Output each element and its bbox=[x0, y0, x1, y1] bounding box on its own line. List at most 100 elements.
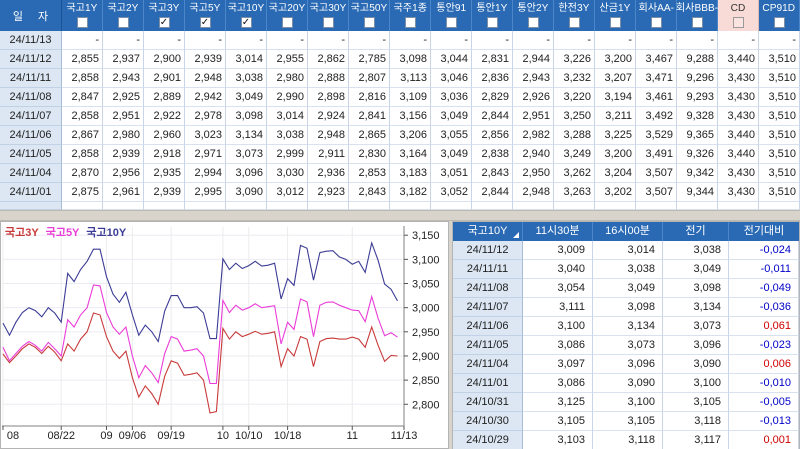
value-cell[interactable]: 2,990 bbox=[267, 88, 308, 107]
intraday-value-cell[interactable]: 3,090 bbox=[663, 355, 729, 374]
intraday-value-cell[interactable]: 3,098 bbox=[593, 298, 663, 317]
value-cell[interactable]: - bbox=[390, 31, 431, 50]
date-cell[interactable]: 24/11/04 bbox=[0, 164, 62, 183]
intraday-change-cell[interactable]: -0,013 bbox=[729, 412, 799, 431]
intraday-value-cell[interactable]: 3,086 bbox=[523, 336, 593, 355]
value-cell[interactable]: 2,943 bbox=[513, 69, 554, 88]
value-cell[interactable]: 2,936 bbox=[308, 164, 349, 183]
legend-item-국고10Y[interactable]: 국고10Y bbox=[86, 227, 126, 239]
intraday-value-cell[interactable]: 3,100 bbox=[663, 374, 729, 393]
value-cell[interactable]: 3,510 bbox=[759, 145, 800, 164]
value-cell[interactable]: 3,250 bbox=[554, 107, 595, 126]
column-header-국고20Y[interactable]: 국고20Y bbox=[267, 0, 308, 31]
date-cell[interactable]: 24/11/11 bbox=[0, 69, 62, 88]
value-cell[interactable]: 3,492 bbox=[636, 107, 677, 126]
value-cell[interactable]: 2,829 bbox=[472, 88, 513, 107]
date-cell[interactable]: 24/11/06 bbox=[0, 126, 62, 145]
value-cell[interactable]: 9,326 bbox=[677, 145, 718, 164]
intraday-value-cell[interactable]: 3,049 bbox=[593, 279, 663, 298]
value-cell[interactable]: 3,073 bbox=[226, 145, 267, 164]
value-cell[interactable]: 2,830 bbox=[349, 145, 390, 164]
value-cell[interactable]: - bbox=[144, 31, 185, 50]
value-cell[interactable]: 3,507 bbox=[636, 164, 677, 183]
column-header-통안1Y[interactable]: 통안1Y bbox=[472, 0, 513, 31]
column-header-통안91[interactable]: 통안91 bbox=[431, 0, 472, 31]
value-cell[interactable]: 3,194 bbox=[595, 88, 636, 107]
column-checkbox-통안1Y[interactable] bbox=[486, 17, 498, 28]
intraday-value-cell[interactable]: 3,014 bbox=[593, 241, 663, 260]
intraday-date-cell[interactable]: 24/11/05 bbox=[453, 336, 523, 355]
value-cell[interactable]: 2,858 bbox=[62, 145, 103, 164]
value-cell[interactable]: 2,948 bbox=[308, 126, 349, 145]
date-cell[interactable]: 24/11/07 bbox=[0, 107, 62, 126]
value-cell[interactable]: 2,944 bbox=[513, 50, 554, 69]
intraday-value-cell[interactable]: 3,111 bbox=[523, 298, 593, 317]
column-header-회사BBB-[interactable]: 회사BBB- bbox=[676, 0, 718, 31]
value-cell[interactable]: 2,865 bbox=[349, 126, 390, 145]
value-cell[interactable]: 3,055 bbox=[431, 126, 472, 145]
value-cell[interactable]: - bbox=[718, 31, 759, 50]
value-cell[interactable]: 9,344 bbox=[677, 183, 718, 202]
date-column-header[interactable]: 일 자 bbox=[0, 0, 62, 31]
value-cell[interactable]: - bbox=[349, 31, 390, 50]
intraday-value-cell[interactable]: 3,118 bbox=[593, 431, 663, 449]
intraday-value-cell[interactable]: 3,040 bbox=[523, 260, 593, 279]
value-cell[interactable]: 2,980 bbox=[267, 69, 308, 88]
column-checkbox-국고1Y[interactable] bbox=[76, 17, 88, 28]
value-cell[interactable]: 3,510 bbox=[759, 69, 800, 88]
value-cell[interactable]: 9,296 bbox=[677, 69, 718, 88]
value-cell[interactable]: 3,226 bbox=[554, 50, 595, 69]
value-cell[interactable]: 3,211 bbox=[595, 107, 636, 126]
value-cell[interactable]: 2,971 bbox=[185, 145, 226, 164]
value-cell[interactable]: 2,843 bbox=[472, 164, 513, 183]
value-cell[interactable]: 2,980 bbox=[103, 126, 144, 145]
value-cell[interactable]: 2,843 bbox=[349, 183, 390, 202]
value-cell[interactable]: 2,994 bbox=[185, 164, 226, 183]
value-cell[interactable]: 2,898 bbox=[308, 88, 349, 107]
column-checkbox-회사AA-[interactable] bbox=[650, 17, 662, 28]
intraday-value-cell[interactable]: 3,100 bbox=[593, 393, 663, 412]
column-header-CP91D[interactable]: CP91D bbox=[759, 0, 800, 31]
value-cell[interactable]: 3,440 bbox=[718, 145, 759, 164]
value-cell[interactable]: 2,870 bbox=[62, 164, 103, 183]
column-header-국고50Y[interactable]: 국고50Y bbox=[349, 0, 390, 31]
value-cell[interactable]: 3,023 bbox=[185, 126, 226, 145]
intraday-value-cell[interactable]: 3,049 bbox=[663, 260, 729, 279]
column-header-국고3Y[interactable]: 국고3Y ✓ bbox=[144, 0, 185, 31]
value-cell[interactable]: 2,856 bbox=[472, 126, 513, 145]
value-cell[interactable]: 3,430 bbox=[718, 107, 759, 126]
value-cell[interactable]: 3,012 bbox=[267, 183, 308, 202]
column-checkbox-국고2Y[interactable] bbox=[117, 17, 129, 28]
value-cell[interactable]: 3,220 bbox=[554, 88, 595, 107]
value-cell[interactable]: 2,875 bbox=[62, 183, 103, 202]
value-cell[interactable]: 2,948 bbox=[185, 69, 226, 88]
value-cell[interactable]: 3,232 bbox=[554, 69, 595, 88]
value-cell[interactable]: 2,978 bbox=[185, 107, 226, 126]
value-cell[interactable]: 3,014 bbox=[267, 107, 308, 126]
value-cell[interactable]: 3,200 bbox=[595, 145, 636, 164]
legend-item-국고5Y[interactable]: 국고5Y bbox=[46, 227, 80, 239]
value-cell[interactable]: 2,982 bbox=[513, 126, 554, 145]
value-cell[interactable]: 3,164 bbox=[390, 145, 431, 164]
value-cell[interactable]: 3,510 bbox=[759, 126, 800, 145]
intraday-date-cell[interactable]: 24/11/06 bbox=[453, 317, 523, 336]
column-checkbox-국고5Y[interactable]: ✓ bbox=[199, 17, 211, 28]
value-cell[interactable]: 2,807 bbox=[349, 69, 390, 88]
value-cell[interactable]: - bbox=[226, 31, 267, 50]
intraday-column-header-전기대비[interactable]: 전기대비 bbox=[729, 222, 799, 241]
value-cell[interactable]: 9,342 bbox=[677, 164, 718, 183]
column-header-국고2Y[interactable]: 국고2Y bbox=[103, 0, 144, 31]
intraday-value-cell[interactable]: 3,103 bbox=[523, 431, 593, 449]
date-cell[interactable]: 24/11/01 bbox=[0, 183, 62, 202]
intraday-change-cell[interactable]: 0,001 bbox=[729, 431, 799, 449]
value-cell[interactable]: 3,156 bbox=[390, 107, 431, 126]
value-cell[interactable]: 3,038 bbox=[267, 126, 308, 145]
date-cell[interactable]: 24/11/13 bbox=[0, 31, 62, 50]
intraday-date-cell[interactable]: 24/10/29 bbox=[453, 431, 523, 449]
value-cell[interactable]: 2,858 bbox=[62, 69, 103, 88]
intraday-column-header-국고10Y[interactable]: 국고10Y bbox=[453, 222, 523, 241]
intraday-change-cell[interactable]: -0,023 bbox=[729, 336, 799, 355]
intraday-change-cell[interactable]: -0,010 bbox=[729, 374, 799, 393]
value-cell[interactable]: 3,049 bbox=[431, 107, 472, 126]
value-cell[interactable]: 2,951 bbox=[513, 107, 554, 126]
